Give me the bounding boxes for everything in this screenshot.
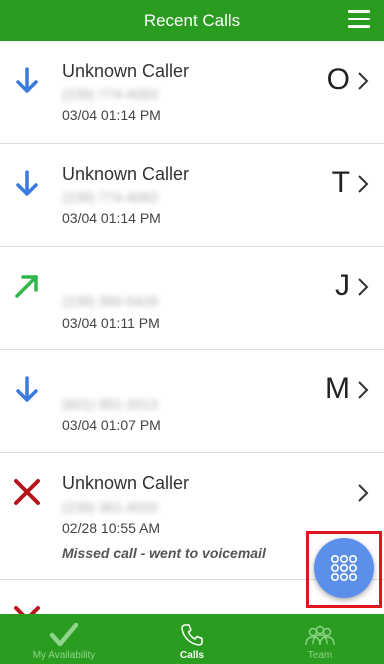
team-icon: [305, 625, 335, 646]
caller-name: Unknown Caller: [62, 164, 190, 184]
x-icon: [14, 606, 40, 614]
tab-my-availability[interactable]: My Availability: [0, 614, 128, 664]
call-row[interactable]: (601) 951-2013 03/04 01:07 PM M: [0, 350, 384, 453]
tab-label: Team: [307, 650, 333, 661]
x-icon: [14, 479, 40, 505]
arrow-down-icon: [16, 376, 38, 402]
call-datetime: 02/28 10:55 AM: [62, 520, 161, 536]
call-datetime: 03/04 01:07 PM: [62, 417, 161, 433]
call-note: Missed call - went to voicemail: [62, 545, 266, 561]
chevron-right-icon: [358, 484, 369, 502]
contact-initial: J: [335, 269, 350, 302]
caller-number: (239) 774-4083: [62, 189, 158, 205]
contact-initial: M: [325, 372, 350, 405]
call-datetime: 03/04 01:11 PM: [62, 315, 160, 331]
contact-initial: T: [331, 166, 350, 199]
recent-calls-list: Unknown Caller (239) 774-4083 03/04 01:1…: [0, 41, 384, 614]
call-row[interactable]: Unknown Caller (239) 774-4083 03/04 01:1…: [0, 144, 384, 247]
call-datetime: 03/04 01:14 PM: [62, 107, 161, 123]
tab-calls[interactable]: Calls: [128, 614, 256, 664]
caller-number: (239) 361-4020: [62, 499, 158, 515]
phone-icon: [181, 624, 203, 646]
arrow-up-right-icon: [15, 275, 38, 298]
call-row[interactable]: (239) 390-5426 03/04 01:11 PM J: [0, 247, 384, 350]
tab-label: My Availability: [32, 650, 96, 661]
dialpad-icon: [330, 554, 357, 581]
arrow-down-icon: [16, 67, 38, 93]
caller-name: Unknown Caller: [62, 61, 190, 81]
bottom-tab-bar: My Availability Calls Team: [0, 614, 384, 664]
caller-number: (239) 774-4083: [62, 86, 158, 102]
caller-name: Unknown Caller: [62, 473, 190, 493]
call-row[interactable]: Unknown Caller (239) 774-4083 03/04 01:1…: [0, 41, 384, 144]
chevron-right-icon: [358, 278, 369, 296]
page-title: Recent Calls: [143, 10, 241, 30]
tab-team[interactable]: Team: [256, 614, 384, 664]
tab-label: Calls: [180, 650, 204, 661]
chevron-right-icon: [358, 381, 369, 399]
chevron-right-icon: [358, 175, 369, 193]
contact-initial: O: [326, 63, 350, 96]
caller-number: (239) 390-5426: [62, 293, 158, 309]
chevron-right-icon: [358, 72, 369, 90]
hamburger-menu-icon[interactable]: [348, 10, 370, 28]
arrow-down-icon: [16, 170, 38, 196]
call-datetime: 03/04 01:14 PM: [62, 210, 161, 226]
checkmark-icon: [49, 622, 79, 647]
app-header: Recent Calls: [0, 0, 384, 41]
caller-number: (601) 951-2013: [62, 396, 158, 412]
dialpad-button[interactable]: [314, 538, 374, 598]
